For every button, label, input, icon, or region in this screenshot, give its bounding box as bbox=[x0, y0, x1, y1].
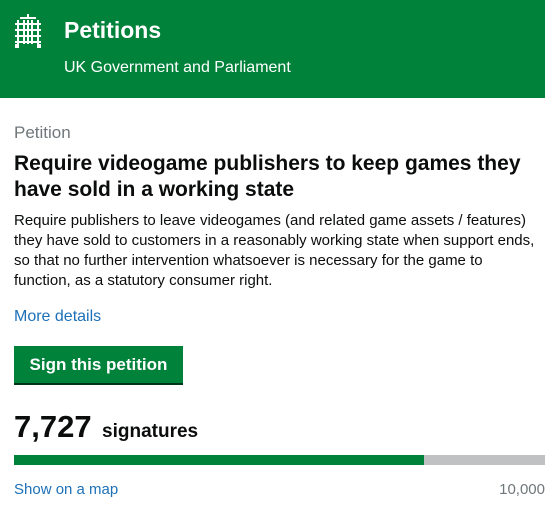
signature-count-row: 7,727 signatures bbox=[14, 407, 198, 447]
signature-label: signatures bbox=[102, 421, 199, 442]
signature-progress-fill bbox=[14, 455, 425, 465]
petition-title: Require videogame publishers to keep gam… bbox=[14, 152, 521, 201]
petition-summary: Require publishers to leave videogames (… bbox=[14, 212, 535, 289]
site-title[interactable]: Petitions bbox=[64, 16, 161, 44]
sign-petition-button[interactable]: Sign this petition bbox=[14, 346, 183, 383]
signature-progress-bar bbox=[14, 455, 545, 465]
signature-count: 7,727 bbox=[14, 409, 92, 444]
site-subtitle: UK Government and Parliament bbox=[64, 59, 291, 76]
site-header: Petitions UK Government and Parliament bbox=[0, 0, 545, 98]
portcullis-icon bbox=[15, 14, 41, 48]
signature-target: 10,000 bbox=[499, 481, 545, 498]
more-details-link[interactable]: More details bbox=[14, 307, 101, 327]
petition-caption: Petition bbox=[14, 123, 71, 142]
show-on-map-link[interactable]: Show on a map bbox=[14, 481, 118, 499]
